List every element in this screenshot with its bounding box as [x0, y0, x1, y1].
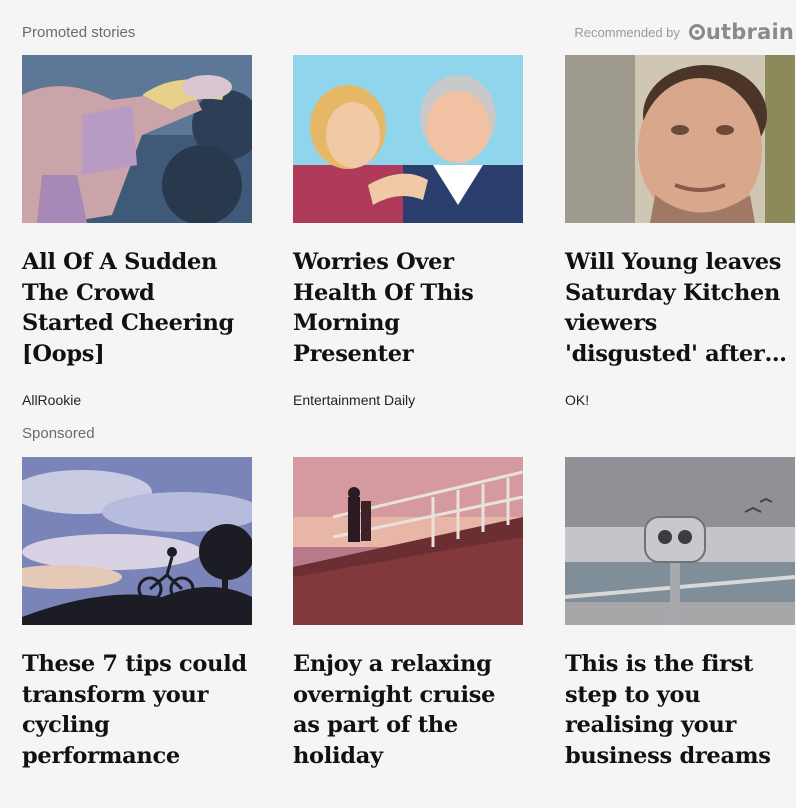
- story-thumbnail[interactable]: [22, 55, 252, 223]
- story-headline[interactable]: Worries Over Health Of This Morning Pres…: [293, 247, 523, 369]
- story-card[interactable]: All Of A Sudden The Crowd Started Cheeri…: [22, 55, 252, 408]
- outbrain-logo: utbrain: [688, 20, 794, 44]
- recommended-by-label: Recommended by: [574, 24, 680, 40]
- story-headline[interactable]: All Of A Sudden The Crowd Started Cheeri…: [22, 247, 252, 369]
- story-source: OK!: [565, 392, 590, 408]
- outbrain-logo-icon: [688, 24, 705, 40]
- story-source: AllRookie: [22, 392, 82, 408]
- promoted-stories-label: Promoted stories: [22, 24, 136, 41]
- story-thumbnail[interactable]: [565, 55, 795, 223]
- story-card[interactable]: This is the first step to you realising …: [565, 457, 795, 771]
- story-thumbnail[interactable]: [565, 457, 795, 625]
- story-card[interactable]: These 7 tips could transform your cyclin…: [22, 457, 252, 771]
- binocular-viewer-photo: [565, 457, 795, 625]
- sponsored-label: Sponsored: [22, 425, 95, 442]
- story-thumbnail[interactable]: [293, 457, 523, 625]
- cruise-deck-photo: [293, 457, 523, 625]
- story-headline[interactable]: Will Young leaves Saturday Kitchen viewe…: [565, 247, 795, 369]
- story-source: Entertainment Daily: [293, 392, 416, 408]
- story-thumbnail[interactable]: [22, 457, 252, 625]
- cyclist-silhouette-photo: [22, 457, 252, 625]
- story-card[interactable]: Will Young leaves Saturday Kitchen viewe…: [565, 55, 795, 408]
- story-card[interactable]: Worries Over Health Of This Morning Pres…: [293, 55, 523, 408]
- recommended-by[interactable]: Recommended by utbrain: [574, 20, 794, 44]
- presenters-photo: [293, 55, 523, 223]
- story-headline[interactable]: This is the first step to you realising …: [565, 649, 795, 771]
- man-portrait-photo: [565, 55, 795, 223]
- story-headline[interactable]: Enjoy a relaxing overnight cruise as par…: [293, 649, 523, 771]
- story-headline[interactable]: These 7 tips could transform your cyclin…: [22, 649, 252, 771]
- story-card[interactable]: Enjoy a relaxing overnight cruise as par…: [293, 457, 523, 771]
- story-thumbnail[interactable]: [293, 55, 523, 223]
- tennis-player-photo: [22, 55, 252, 223]
